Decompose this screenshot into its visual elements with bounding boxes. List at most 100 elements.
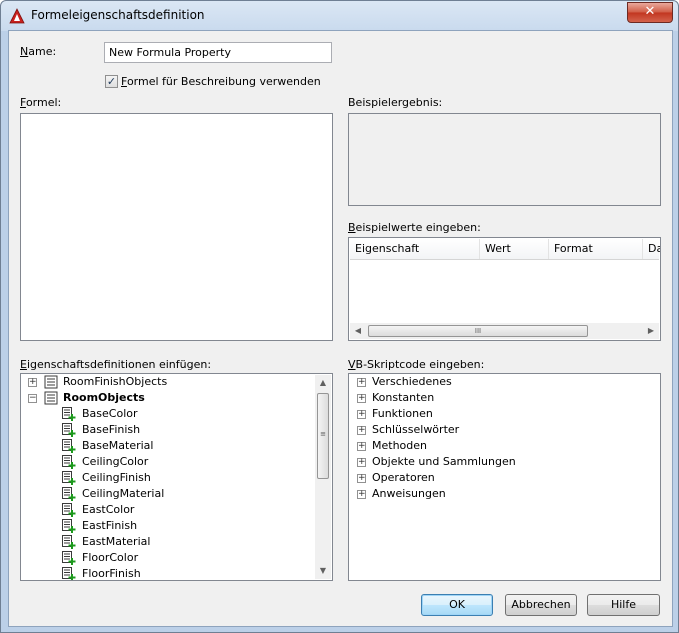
expand-plus-icon[interactable]: + [28,378,37,387]
horizontal-scrollbar[interactable]: ◀ III ▶ [350,323,659,339]
tree-item-label: EastFinish [82,519,138,532]
property-definition-icon [62,455,76,469]
expand-plus-icon[interactable]: + [357,490,366,499]
tree-item-property[interactable]: CeilingMaterial [21,486,315,502]
vb-category-label: Funktionen [372,407,433,420]
help-button[interactable]: Hilfe [587,594,660,616]
formula-label: Formel: [20,96,62,109]
vb-category-label: Konstanten [372,391,435,404]
property-definition-icon [62,551,76,565]
tree-item-property[interactable]: BaseFinish [21,422,315,438]
tree-group-roomobjects[interactable]: − RoomObjects [21,390,315,406]
vb-category-item[interactable]: + Methoden [349,438,649,454]
collapse-minus-icon[interactable]: − [28,394,37,403]
property-set-icon [44,391,58,405]
tree-item-label: EastColor [82,503,135,516]
title-bar[interactable]: Formeleigenschaftsdefinition ✕ [1,1,678,30]
vb-category-label: Objekte und Sammlungen [372,455,516,468]
expand-plus-icon[interactable]: + [357,442,366,451]
column-header-property[interactable]: Eigenschaft [350,239,480,259]
scroll-thumb[interactable]: ≡ [317,393,329,479]
vb-category-label: Methoden [372,439,427,452]
vb-category-label: Verschiedenes [372,375,452,388]
name-input[interactable]: New Formula Property [104,42,332,63]
grid-header: Eigenschaft Wert Format Da [350,239,660,260]
vb-category-item[interactable]: + Funktionen [349,406,649,422]
property-definition-icon [62,407,76,421]
scroll-thumb[interactable]: III [368,325,588,337]
scroll-left-icon[interactable]: ◀ [350,323,366,339]
dialog-body: Name: New Formula Property ✓ Formel für … [8,30,673,627]
sample-result-label: Beispielergebnis: [348,96,443,109]
expand-plus-icon[interactable]: + [357,410,366,419]
vb-script-label: VB-Skriptcode eingeben: [348,358,485,371]
expand-plus-icon[interactable]: + [357,426,366,435]
autocad-logo-icon [9,8,25,24]
property-definition-icon [62,567,76,580]
vb-category-label: Operatoren [372,471,435,484]
property-definition-icon [62,423,76,437]
close-button[interactable]: ✕ [627,2,673,23]
sample-values-label: Beispielwerte eingeben: [348,221,481,234]
window-title: Formeleigenschaftsdefinition [31,8,205,22]
column-header-value[interactable]: Wert [480,239,549,259]
use-formula-label[interactable]: Formel für Beschreibung verwenden [121,75,321,88]
scroll-right-icon[interactable]: ▶ [643,323,659,339]
tree-item-label: CeilingColor [82,455,149,468]
cancel-button[interactable]: Abbrechen [505,594,577,616]
sample-values-grid[interactable]: Eigenschaft Wert Format Da ◀ III ▶ [348,237,661,341]
vb-category-label: Schlüsselwörter [372,423,460,436]
tree-item-property[interactable]: CeilingColor [21,454,315,470]
property-definitions-tree[interactable]: + RoomFinishObjects − RoomObjects BaseCo… [20,373,333,581]
property-definition-icon [62,487,76,501]
property-set-icon [44,375,58,389]
tree-item-label: FloorFinish [82,567,141,580]
property-definition-icon [62,535,76,549]
scroll-up-icon[interactable]: ▲ [315,375,331,391]
tree-item-property[interactable]: EastColor [21,502,315,518]
tree-item-label: BaseFinish [82,423,141,436]
tree-item-property[interactable]: EastMaterial [21,534,315,550]
vertical-scrollbar[interactable]: ▲ ≡ ▼ [315,375,331,579]
tree-item-property[interactable]: FloorFinish [21,566,315,580]
vb-category-item[interactable]: + Schlüsselwörter [349,422,649,438]
property-definition-icon [62,503,76,517]
tree-item-label: BaseColor [82,407,138,420]
tree-item-label: BaseMaterial [82,439,154,452]
vb-script-tree[interactable]: + Verschiedenes + Konstanten + Funktionen + Sch… [348,373,661,581]
tree-item-label: EastMaterial [82,535,151,548]
tree-item-property[interactable]: BaseMaterial [21,438,315,454]
formula-editor[interactable] [20,113,333,341]
tree-item-property[interactable]: EastFinish [21,518,315,534]
property-definitions-label: Eigenschaftsdefinitionen einfügen: [20,358,212,371]
vb-category-item[interactable]: + Konstanten [349,390,649,406]
tree-group-label: RoomFinishObjects [63,375,168,388]
use-formula-checkbox[interactable]: ✓ [105,75,118,88]
tree-item-property[interactable]: FloorColor [21,550,315,566]
tree-item-property[interactable]: BaseColor [21,406,315,422]
tree-group-roomfinishobjects[interactable]: + RoomFinishObjects [21,374,315,390]
tree-item-label: CeilingFinish [82,471,151,484]
column-header-format[interactable]: Format [549,239,643,259]
scroll-down-icon[interactable]: ▼ [315,563,331,579]
ok-button[interactable]: OK [421,594,493,616]
vb-category-item[interactable]: + Operatoren [349,470,649,486]
dialog-window: Formeleigenschaftsdefinition ✕ Name: New… [0,0,679,633]
expand-plus-icon[interactable]: + [357,378,366,387]
column-header-data[interactable]: Da [643,239,660,259]
tree-item-label: CeilingMaterial [82,487,165,500]
expand-plus-icon[interactable]: + [357,394,366,403]
vb-category-item[interactable]: + Objekte und Sammlungen [349,454,649,470]
tree-group-label: RoomObjects [63,391,145,404]
property-definition-icon [62,519,76,533]
expand-plus-icon[interactable]: + [357,458,366,467]
tree-item-label: FloorColor [82,551,139,564]
expand-plus-icon[interactable]: + [357,474,366,483]
property-definition-icon [62,439,76,453]
name-label: Name: [20,45,57,58]
vb-category-item[interactable]: + Anweisungen [349,486,649,502]
tree-item-property[interactable]: CeilingFinish [21,470,315,486]
close-icon: ✕ [644,4,656,19]
vb-category-label: Anweisungen [372,487,446,500]
vb-category-item[interactable]: + Verschiedenes [349,374,649,390]
